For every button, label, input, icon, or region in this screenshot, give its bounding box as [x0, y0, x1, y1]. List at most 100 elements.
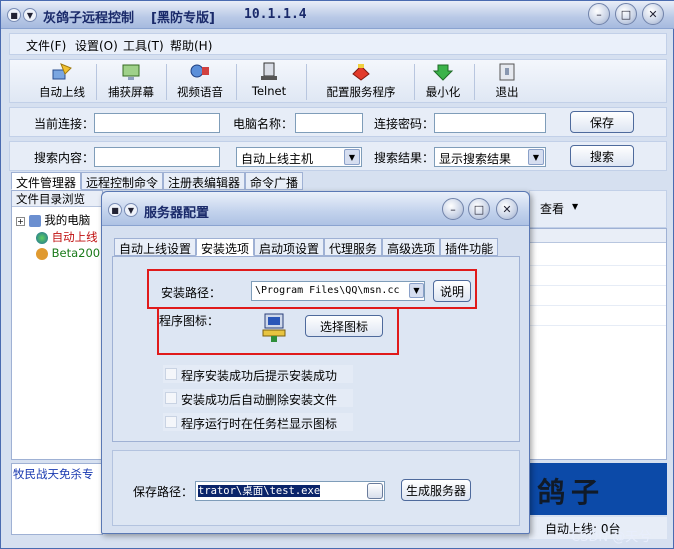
computer-name-label: 电脑名称： — [233, 117, 294, 131]
chevron-down-icon[interactable]: ▼ — [124, 203, 138, 217]
row-divider — [530, 285, 666, 286]
minimize-tool-button[interactable]: 最小化 — [418, 62, 468, 102]
close-button[interactable]: ✕ — [642, 3, 664, 25]
expand-icon[interactable]: + — [16, 217, 25, 226]
configure-service-button[interactable]: 配置服务程序 — [314, 62, 408, 102]
view-menu[interactable]: 查看 — [540, 200, 564, 217]
search-result-select[interactable]: 显示搜索结果 ▼ — [434, 147, 546, 167]
maximize-button[interactable]: □ — [615, 3, 637, 25]
tab-file-manager[interactable]: 文件管理器 — [11, 172, 82, 190]
telnet-button[interactable]: Telnet — [244, 62, 294, 102]
save-button[interactable]: 保存 — [570, 111, 634, 133]
exit-button[interactable]: 退出 — [482, 62, 532, 102]
chevron-down-icon[interactable]: ▼ — [572, 202, 578, 211]
row-divider — [530, 265, 666, 266]
current-connection-label: 当前连接： — [34, 117, 95, 131]
toolbar-divider — [96, 64, 97, 100]
logo-banner: 鸽子 — [529, 463, 667, 515]
capture-screen-button[interactable]: 捕获屏幕 — [102, 62, 160, 102]
ad-text: 牧民战天免杀专 — [13, 467, 94, 481]
toolbar-label: 最小化 — [425, 85, 461, 99]
toolbar-divider — [474, 64, 475, 100]
search-content-input[interactable] — [94, 147, 220, 167]
tab-command-broadcast[interactable]: 命令广播 — [245, 172, 304, 190]
option-checkbox[interactable] — [165, 416, 177, 428]
minimize-button[interactable]: – — [588, 3, 610, 25]
chevron-down-icon[interactable]: ▼ — [528, 149, 544, 165]
maximize-icon: □ — [620, 7, 632, 21]
row-divider — [530, 325, 666, 326]
toolbar-divider — [236, 64, 237, 100]
tab-auto-online-settings[interactable]: 自动上线设置 — [114, 238, 197, 256]
tab-remote-commands[interactable]: 远程控制命令 — [81, 172, 164, 190]
system-menu-icon[interactable]: ■ — [108, 203, 122, 217]
save-path-group: 保存路径： trator\桌面\test.exe 生成服务器 — [112, 450, 520, 526]
close-icon: ✕ — [502, 202, 512, 216]
dialog-tabs: 自动上线设置 安装选项 启动项设置 代理服务 高级选项 插件功能 — [114, 238, 499, 256]
option-checkbox[interactable] — [165, 392, 177, 404]
browse-button[interactable] — [367, 483, 383, 499]
install-path-input[interactable]: \Program Files\QQ\msn.cc — [251, 281, 425, 301]
search-content-label: 搜索内容： — [34, 151, 95, 165]
capture-screen-icon — [122, 64, 140, 80]
dialog-title: 服务器配置 — [144, 206, 210, 221]
file-list-toolbar: 查看 ▼ — [529, 190, 667, 228]
minimize-icon: – — [450, 202, 456, 216]
logo-text: 鸽子 — [537, 476, 606, 509]
chevron-down-icon[interactable]: ▼ — [344, 149, 360, 165]
row-divider — [530, 305, 666, 306]
dialog-minimize-button[interactable]: – — [442, 198, 464, 220]
generate-server-button[interactable]: 生成服务器 — [401, 479, 471, 501]
tree-item-auto-online[interactable]: 自动上线 — [36, 229, 98, 245]
tab-startup-settings[interactable]: 启动项设置 — [254, 238, 325, 256]
menu-help[interactable]: 帮助(H) — [170, 37, 212, 54]
chevron-down-icon[interactable]: ▼ — [23, 8, 37, 22]
tree-item-my-computer[interactable]: + 我的电脑 — [16, 212, 90, 228]
computer-name-input[interactable] — [295, 113, 363, 133]
tab-advanced-options[interactable]: 高级选项 — [382, 238, 441, 256]
menu-bar: 文件(F) 设置(O) 工具(T) 帮助(H) — [9, 33, 667, 55]
menu-tools[interactable]: 工具(T) — [123, 37, 164, 54]
explain-button[interactable]: 说明 — [433, 280, 471, 302]
option-checkbox[interactable] — [165, 368, 177, 380]
current-connection-input[interactable] — [94, 113, 220, 133]
tab-plugins[interactable]: 插件功能 — [440, 238, 499, 256]
minimize-icon — [432, 64, 454, 81]
option-row[interactable]: 程序安装成功后提示安装成功 — [163, 365, 353, 383]
video-voice-button[interactable]: 视频语音 — [171, 62, 229, 102]
chevron-down-icon[interactable]: ▼ — [409, 283, 424, 298]
app-edition: [黑防专版] — [151, 11, 215, 26]
dialog-close-button[interactable]: ✕ — [496, 198, 518, 220]
toolbar-label: 退出 — [495, 85, 519, 99]
file-tree-panel: 文件目录浏览 + 我的电脑 自动上线 Beta200 — [11, 190, 103, 460]
menu-settings[interactable]: 设置(O) — [75, 37, 118, 54]
option-row[interactable]: 安装成功后自动删除安装文件 — [163, 389, 353, 407]
install-path-label: 安装路径： — [161, 286, 222, 300]
app-title: 灰鸽子远程控制 — [43, 11, 135, 26]
dialog-maximize-button[interactable]: □ — [468, 198, 490, 220]
tab-install-options[interactable]: 安装选项 — [196, 238, 255, 256]
save-path-input[interactable]: trator\桌面\test.exe — [195, 481, 385, 501]
info-panel: 牧民战天免杀专 — [11, 463, 103, 535]
server-config-dialog: ■ ▼ 服务器配置 – □ ✕ 自动上线设置 安装选项 启动项设置 代理服务 高… — [101, 191, 530, 534]
file-tree-header: 文件目录浏览 — [12, 191, 102, 207]
globe-icon — [36, 231, 48, 244]
option-row[interactable]: 程序运行时在任务栏显示图标 — [163, 413, 353, 431]
choose-icon-button[interactable]: 选择图标 — [305, 315, 383, 337]
connection-password-input[interactable] — [434, 113, 546, 133]
tab-proxy-service[interactable]: 代理服务 — [324, 238, 383, 256]
video-voice-icon — [190, 64, 209, 78]
auto-online-button[interactable]: 自动上线 — [34, 62, 90, 102]
toolbar-divider — [166, 64, 167, 100]
toolbar-divider — [414, 64, 415, 100]
tab-registry-editor[interactable]: 注册表编辑器 — [163, 172, 246, 190]
search-scope-select[interactable]: 自动上线主机 ▼ — [236, 147, 362, 167]
system-menu-icon[interactable]: ■ — [7, 8, 21, 22]
connection-row: 当前连接： 电脑名称： 连接密码： 保存 — [9, 107, 667, 137]
toolbar: 自动上线 捕获屏幕 视频语音 Telnet 配置服务程序 最小化 退出 — [9, 59, 667, 103]
tree-item-beta[interactable]: Beta200 — [36, 246, 100, 260]
tree-item-label: Beta200 — [51, 246, 101, 260]
menu-file[interactable]: 文件(F) — [26, 37, 66, 54]
search-button[interactable]: 搜索 — [570, 145, 634, 167]
dialog-titlebar: ■ ▼ 服务器配置 – □ ✕ — [102, 192, 529, 226]
